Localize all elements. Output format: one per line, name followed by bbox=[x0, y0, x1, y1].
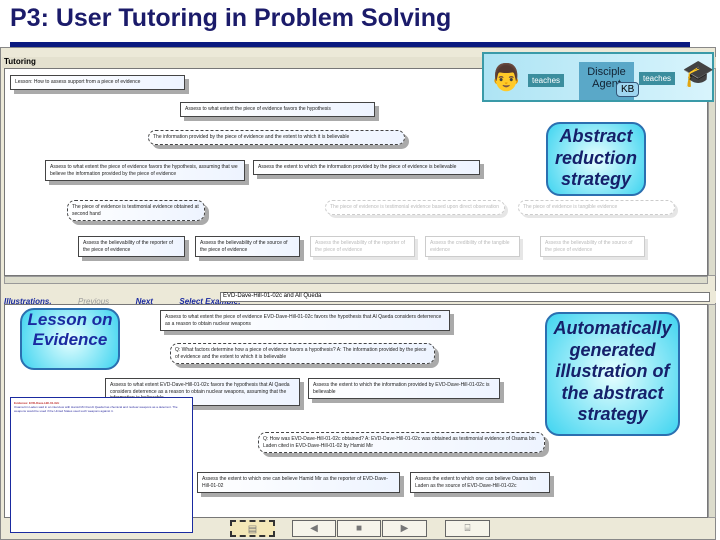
strategy-root-node[interactable]: Assess to what extent the piece of evide… bbox=[180, 102, 375, 117]
strategy-leaf-node[interactable]: Assess the believability of the reporter… bbox=[310, 236, 415, 257]
strategy-right-node[interactable]: Assess the extent to which the informati… bbox=[253, 160, 480, 175]
teaches-left-label: teaches bbox=[528, 74, 565, 87]
example-root-node[interactable]: Assess to what extent the piece of evide… bbox=[160, 310, 450, 331]
example-right-node[interactable]: Assess the extent to which the informati… bbox=[308, 378, 500, 399]
expert-icon: 👨 bbox=[490, 62, 523, 92]
strategy-left-node[interactable]: Assess to what extent the piece of evide… bbox=[45, 160, 245, 181]
strategy-option-node[interactable]: The piece of evidence is testimonial evi… bbox=[325, 200, 505, 215]
graduate-icon: 🎓 bbox=[682, 58, 715, 88]
abstract-strategy-callout: Abstract reduction strategy bbox=[546, 122, 646, 196]
stop-button[interactable]: ■ bbox=[337, 520, 381, 537]
example-question-node[interactable]: Q: How was EVD-Dave-Hill-01-02c obtained… bbox=[258, 432, 545, 453]
example-leaf-node[interactable]: Assess the extent to which one can belie… bbox=[410, 472, 550, 493]
document-button[interactable]: ▤ bbox=[230, 520, 275, 537]
lesson-callout: Lesson on Evidence bbox=[20, 308, 120, 370]
strategy-question-node[interactable]: The information provided by the piece of… bbox=[148, 130, 405, 145]
strategy-leaf-node[interactable]: Assess the believability of the source o… bbox=[540, 236, 645, 257]
play-button[interactable]: ▶ bbox=[382, 520, 427, 537]
kb-icon: KB bbox=[616, 82, 640, 97]
strategy-leaf-node[interactable]: Assess the credibility of the tangible e… bbox=[425, 236, 520, 257]
strategy-option-node[interactable]: The piece of evidence is testimonial evi… bbox=[67, 200, 205, 221]
example-leaf-node[interactable]: Assess the extent to which one can belie… bbox=[197, 472, 400, 493]
document-text: Osama bin Laden said in an interview wit… bbox=[14, 405, 178, 413]
illustration-callout: Automatically generated illustration of … bbox=[545, 312, 680, 436]
example-select[interactable]: EVD-Dave-Hill-01-02c and All Queda bbox=[220, 292, 710, 302]
play-back-button[interactable]: ◀ bbox=[292, 520, 336, 537]
strategy-leaf-node[interactable]: Assess the believability of the source o… bbox=[195, 236, 300, 257]
teaches-right-label: teaches bbox=[639, 72, 676, 85]
strategy-leaf-node[interactable]: Assess the believability of the reporter… bbox=[78, 236, 185, 257]
disciple-banner: 👨 teaches Disciple Agent KB teaches 🎓 bbox=[482, 52, 714, 102]
agent-line1: Disciple bbox=[587, 66, 626, 78]
tree-button[interactable]: ⌸ bbox=[445, 520, 490, 537]
example-question-node[interactable]: Q: What factors determine how a piece of… bbox=[170, 343, 435, 364]
evidence-document[interactable]: Evidence: EVD-Dave-Hill-01-02c Osama bin… bbox=[10, 397, 193, 533]
horizontal-scrollbar[interactable] bbox=[4, 276, 708, 284]
lesson-node[interactable]: Lesson: How to assess support from a pie… bbox=[10, 75, 185, 90]
vertical-scrollbar[interactable] bbox=[708, 304, 716, 518]
strategy-option-node[interactable]: The piece of evidence is tangible eviden… bbox=[518, 200, 675, 215]
slide-title: P3: User Tutoring in Problem Solving bbox=[10, 4, 452, 32]
